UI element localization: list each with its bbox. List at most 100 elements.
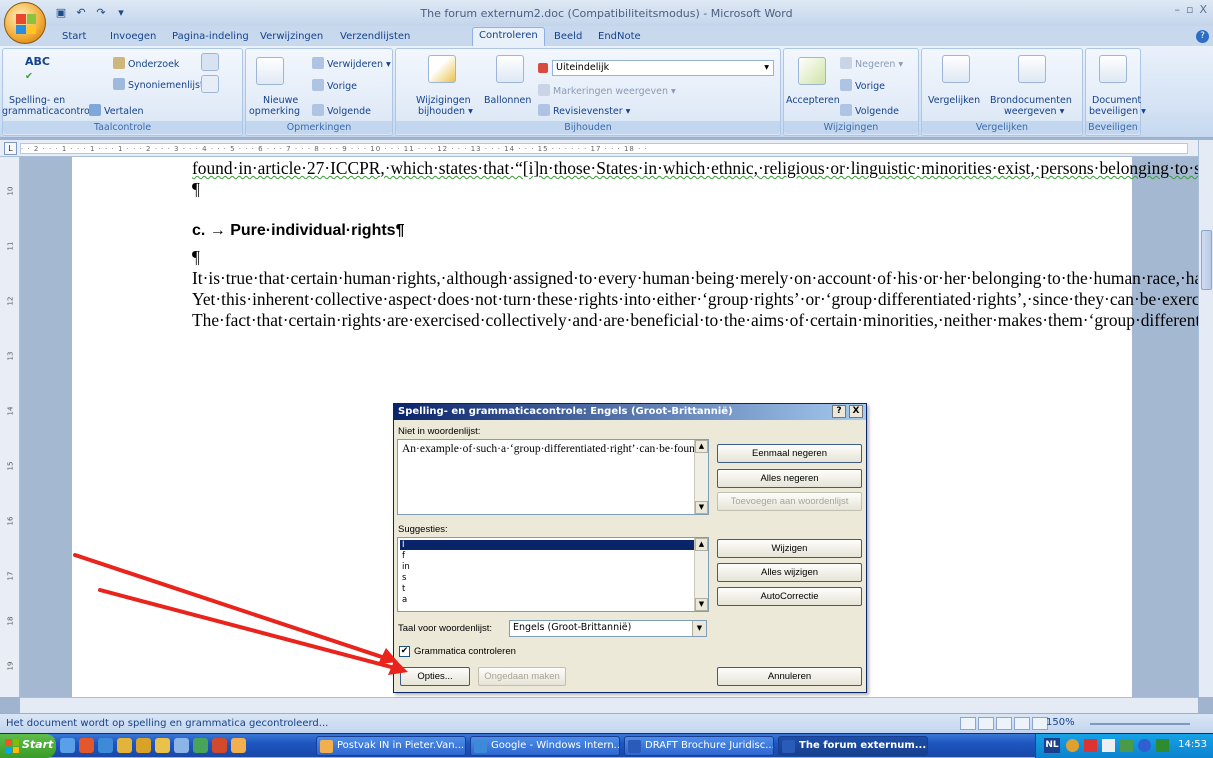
context-text[interactable]: An·example·of·such·a·‘group·differentiat… [402, 442, 708, 456]
tray-icon[interactable] [1156, 739, 1169, 752]
outline-icon[interactable] [1014, 717, 1030, 730]
volume-icon[interactable] [1102, 739, 1115, 752]
ie-icon[interactable] [98, 738, 113, 753]
tab-beeld[interactable]: Beeld [548, 29, 588, 46]
empty-paragraph[interactable]: ¶ [192, 179, 1077, 200]
onderzoek-button[interactable]: Onderzoek [113, 57, 179, 70]
suggestion-item[interactable]: s [400, 573, 694, 583]
nieuwe-label-2[interactable]: opmerking [249, 106, 300, 117]
language-icon[interactable] [201, 53, 219, 71]
suggestions-scrollbar[interactable]: ▲ ▼ [694, 538, 708, 611]
paragraph[interactable]: It·is·true·that·certain·human·rights,·al… [192, 268, 1198, 289]
volgende-comment-button[interactable]: Volgende [312, 104, 371, 117]
launch-icon[interactable] [117, 738, 132, 753]
ignore-once-button[interactable]: Eenmaal negeren [717, 444, 862, 463]
beveiligen-label[interactable]: beveiligen ▾ [1089, 106, 1146, 117]
autocorrect-button[interactable]: AutoCorrectie [717, 587, 862, 606]
scroll-up-icon[interactable]: ▲ [695, 538, 708, 551]
horizontal-scrollbar[interactable] [20, 697, 1198, 713]
grammar-check-checkbox[interactable]: ✔ [399, 646, 410, 657]
task-outlook[interactable]: Postvak IN in Pieter.Van... [316, 736, 466, 756]
folder-icon[interactable] [155, 738, 170, 753]
wijzigingen-bijhouden-button[interactable]: Wijzigingen [416, 95, 471, 106]
task-draft[interactable]: DRAFT Brochure Juridisc... [624, 736, 774, 756]
launch-icon[interactable] [212, 738, 227, 753]
print-layout-icon[interactable] [960, 717, 976, 730]
suggestion-item[interactable]: in [400, 562, 694, 572]
markeringen-button[interactable]: Markeringen weergeven ▾ [538, 84, 676, 97]
suggestions-list[interactable]: I f in s t a ▲ ▼ [397, 537, 709, 612]
ruler-scale[interactable]: · · 2 · · · 1 · · · 1 · · · 1 · · · 2 · … [20, 143, 1188, 154]
options-button[interactable]: Opties... [400, 667, 470, 686]
tray-icon[interactable] [1120, 739, 1133, 752]
suggestion-item[interactable]: t [400, 584, 694, 594]
context-scrollbar[interactable]: ▲ ▼ [694, 440, 708, 514]
zoom-level[interactable]: 150% [1046, 717, 1075, 728]
wijzigingen-bijhouden-label-2[interactable]: bijhouden ▾ [418, 106, 473, 117]
document-body[interactable]: found·in·article·27·ICCPR,·which·states·… [192, 158, 1198, 331]
section-heading[interactable]: c. → Pure·individual·rights¶ [192, 220, 1077, 241]
launch-icon[interactable] [193, 738, 208, 753]
dialog-close-button[interactable]: X [849, 405, 863, 418]
paragraph[interactable]: found·in·article·27·ICCPR,·which·states·… [192, 158, 1198, 179]
ignore-all-button[interactable]: Alles negeren [717, 469, 862, 488]
document-beveiligen-button[interactable]: Document [1092, 95, 1141, 106]
brondocumenten-label-2[interactable]: weergeven ▾ [1004, 106, 1064, 117]
scroll-down-icon[interactable]: ▼ [695, 501, 708, 514]
launch-icon[interactable] [79, 738, 94, 753]
start-button[interactable]: Start [0, 734, 56, 758]
network-icon[interactable] [1084, 739, 1097, 752]
tray-icon[interactable] [1066, 739, 1079, 752]
paragraph[interactable]: Yet·this·inherent·collective·aspect·does… [192, 289, 1198, 310]
empty-paragraph[interactable]: ¶ [192, 247, 1077, 268]
scroll-up-icon[interactable]: ▲ [695, 440, 708, 453]
tab-controleren[interactable]: Controleren [472, 27, 545, 46]
chevron-down-icon[interactable]: ▼ [692, 621, 706, 636]
bluetooth-icon[interactable] [1138, 739, 1151, 752]
context-textbox[interactable]: An·example·of·such·a·‘group·differentiat… [397, 439, 709, 515]
negeren-button[interactable]: Negeren ▾ [840, 57, 903, 70]
suggestion-item[interactable]: f [400, 551, 694, 561]
tab-stop-selector[interactable]: L [4, 142, 17, 155]
tab-verwijzingen[interactable]: Verwijzingen [254, 29, 329, 46]
vorige-comment-button[interactable]: Vorige [312, 79, 357, 92]
tab-endnote[interactable]: EndNote [592, 29, 647, 46]
display-for-review-select[interactable]: Uiteindelijk ▾ [552, 60, 774, 76]
office-button[interactable] [4, 2, 46, 44]
cancel-button[interactable]: Annuleren [717, 667, 862, 686]
tab-verzendlijsten[interactable]: Verzendlijsten [334, 29, 416, 46]
close-button[interactable]: X [1199, 3, 1207, 16]
volgende-change-button[interactable]: Volgende [840, 104, 899, 117]
brondocumenten-button[interactable]: Brondocumenten [990, 95, 1072, 106]
language-indicator[interactable]: NL [1044, 738, 1060, 753]
spelling-button[interactable]: Spelling- en [9, 95, 65, 106]
web-layout-icon[interactable] [996, 717, 1012, 730]
dictionary-language-select[interactable]: Engels (Groot-Brittannië) ▼ [509, 620, 707, 637]
zoom-slider[interactable] [1090, 723, 1190, 725]
suggestion-item[interactable]: I [400, 540, 694, 550]
tab-pagina-indeling[interactable]: Pagina-indeling [166, 29, 255, 46]
help-icon[interactable]: ? [1196, 30, 1209, 43]
suggestion-item[interactable]: a [400, 595, 694, 605]
scroll-thumb[interactable] [1201, 230, 1212, 290]
outlook-icon[interactable] [231, 738, 246, 753]
minimize-button[interactable]: – [1174, 3, 1180, 16]
word-count-icon[interactable] [201, 75, 219, 93]
scroll-down-icon[interactable]: ▼ [695, 598, 708, 611]
synoniemen-button[interactable]: Synoniemenlijst [113, 78, 204, 91]
tab-start[interactable]: Start [56, 29, 92, 46]
verwijderen-button[interactable]: Verwijderen ▾ [312, 57, 391, 70]
add-to-dictionary-button[interactable]: Toevoegen aan woordenlijst [717, 492, 862, 511]
vertical-scrollbar[interactable] [1198, 140, 1213, 697]
revisievenster-button[interactable]: Revisievenster ▾ [538, 104, 630, 117]
vertalen-button[interactable]: Vertalen [89, 104, 144, 117]
vergelijken-button[interactable]: Vergelijken [928, 95, 980, 106]
undo-button[interactable]: Ongedaan maken [478, 667, 566, 686]
restore-button[interactable]: ▫ [1186, 3, 1193, 16]
task-forum-externum[interactable]: The forum externum... [778, 736, 928, 756]
launch-icon[interactable] [60, 738, 75, 753]
clock[interactable]: 14:53 [1178, 739, 1207, 750]
change-all-button[interactable]: Alles wijzigen [717, 563, 862, 582]
nieuwe-label[interactable]: Nieuwe [263, 95, 298, 106]
paragraph[interactable]: The·fact·that·certain·rights·are·exercis… [192, 310, 1198, 331]
